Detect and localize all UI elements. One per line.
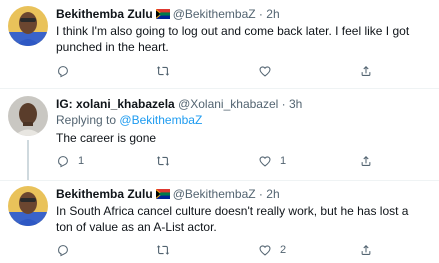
author-name[interactable]: IG: xolani_khabazela — [56, 97, 175, 111]
retweet-button[interactable] — [156, 153, 178, 169]
share-button[interactable] — [359, 153, 373, 169]
retweet-button[interactable] — [156, 242, 178, 258]
tweet-actions — [56, 63, 416, 79]
like-icon — [258, 243, 272, 257]
separator-dot: · — [258, 7, 263, 21]
replying-to-label: Replying to — [56, 113, 117, 127]
tweet[interactable]: Bekithemba Zulu @BekithembaZ · 2h I think… — [0, 0, 439, 88]
reply-button[interactable] — [56, 242, 78, 258]
like-button[interactable] — [258, 63, 280, 79]
separator-dot: · — [258, 187, 263, 201]
avatar-photo-icon — [8, 6, 48, 46]
like-icon — [258, 154, 272, 168]
like-icon — [258, 64, 272, 78]
tweet-header: Bekithemba Zulu @BekithembaZ · 2h — [56, 6, 280, 22]
author-handle[interactable]: @BekithembaZ — [173, 187, 256, 201]
tweet[interactable]: IG: xolani_khabazela @Xolani_khabazel · … — [0, 88, 439, 180]
author-handle[interactable]: @Xolani_khabazel — [178, 97, 278, 111]
mention-link[interactable]: @BekithembaZ — [119, 113, 202, 127]
tweet-text: I think I'm also going to log out and co… — [56, 24, 410, 54]
author-handle[interactable]: @BekithembaZ — [173, 7, 256, 21]
tweet-text: The career is gone — [56, 131, 157, 145]
reply-count: 1 — [78, 155, 85, 167]
share-icon — [359, 154, 373, 168]
reply-button[interactable]: 1 — [56, 153, 84, 169]
reply-icon — [56, 64, 70, 78]
author-name[interactable]: Bekithemba Zulu — [56, 7, 153, 21]
timestamp[interactable]: 2h — [266, 7, 279, 21]
thread-line — [27, 140, 29, 180]
timestamp[interactable]: 3h — [289, 97, 302, 111]
tweet-actions: 2 — [56, 242, 416, 258]
like-count: 1 — [280, 155, 287, 167]
author-name[interactable]: Bekithemba Zulu — [56, 187, 153, 201]
reply-icon — [56, 243, 70, 257]
replying-to: Replying to @BekithembaZ — [56, 112, 202, 128]
tweet[interactable]: Bekithemba Zulu @BekithembaZ · 2h In Sout… — [0, 180, 439, 263]
retweet-icon — [156, 64, 170, 78]
like-count: 2 — [280, 244, 287, 256]
avatar[interactable] — [8, 6, 48, 46]
south-africa-flag-icon — [156, 189, 170, 199]
tweet-header: Bekithemba Zulu @BekithembaZ · 2h — [56, 186, 280, 202]
tweet-actions: 1 1 — [56, 153, 416, 169]
like-button[interactable]: 2 — [258, 242, 286, 258]
share-icon — [359, 64, 373, 78]
tweet-text: In South Africa cancel culture doesn't r… — [56, 204, 409, 234]
avatar-photo-icon — [8, 186, 48, 226]
separator-dot: · — [281, 97, 286, 111]
avatar-photo-icon — [8, 96, 48, 136]
retweet-icon — [156, 154, 170, 168]
avatar[interactable] — [8, 186, 48, 226]
share-button[interactable] — [359, 242, 373, 258]
timestamp[interactable]: 2h — [266, 187, 279, 201]
tweet-header: IG: xolani_khabazela @Xolani_khabazel · … — [56, 96, 302, 112]
like-button[interactable]: 1 — [258, 153, 286, 169]
retweet-button[interactable] — [156, 63, 178, 79]
south-africa-flag-icon — [156, 9, 170, 19]
avatar[interactable] — [8, 96, 48, 136]
share-button[interactable] — [359, 63, 373, 79]
share-icon — [359, 243, 373, 257]
reply-icon — [56, 154, 70, 168]
reply-button[interactable] — [56, 63, 78, 79]
retweet-icon — [156, 243, 170, 257]
